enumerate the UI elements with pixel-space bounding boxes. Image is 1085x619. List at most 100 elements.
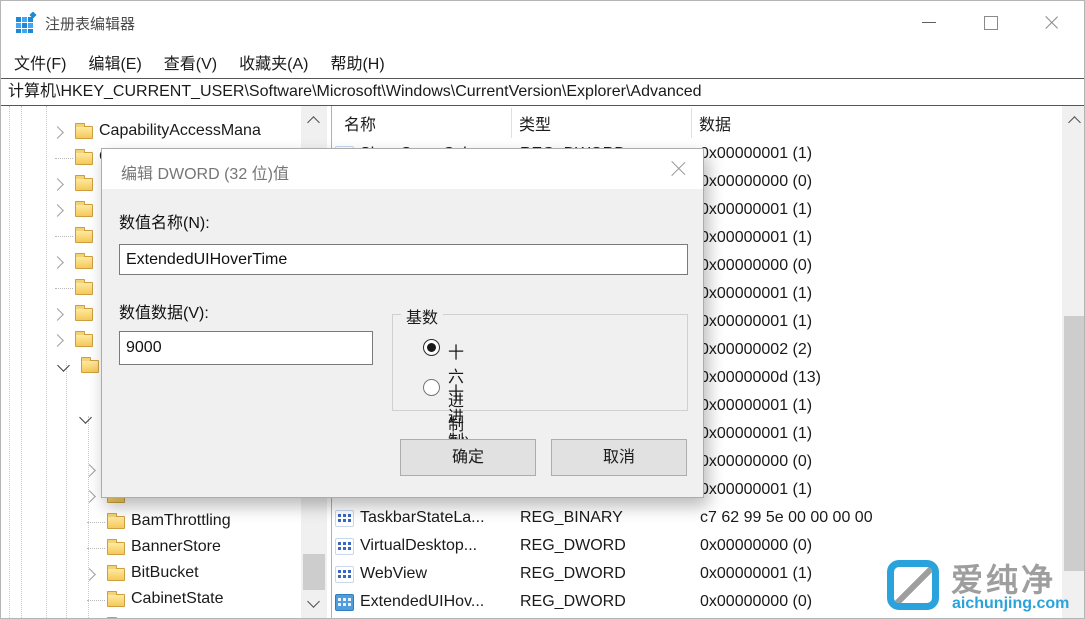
tree-item-label[interactable]: BamThrottling — [131, 512, 231, 530]
column-separator[interactable] — [691, 108, 692, 138]
chevron-right-icon[interactable] — [51, 334, 64, 347]
value-data: 0x00000001 (1) — [700, 397, 812, 415]
minimize-icon — [922, 22, 936, 23]
chevron-right-icon[interactable] — [51, 178, 64, 191]
menu-item[interactable]: 查看(V) — [153, 50, 228, 74]
address-bar[interactable]: 计算机\HKEY_CURRENT_USER\Software\Microsoft… — [1, 78, 1084, 106]
reg-value-icon — [335, 566, 354, 583]
tree-item-label[interactable]: CabinetState — [131, 590, 224, 608]
value-data: 0x00000001 (1) — [700, 145, 812, 163]
base-groupbox: 基数 十六进制(H) 十进制(D) — [392, 314, 688, 411]
value-data: 0x00000001 (1) — [700, 285, 812, 303]
scroll-up-icon[interactable] — [1068, 116, 1081, 129]
value-data-label: 数值数据(V): — [119, 299, 209, 323]
column-header-name[interactable]: 名称 — [344, 111, 376, 135]
folder-icon — [75, 256, 93, 269]
tree-connector — [55, 236, 73, 237]
regedit-app-icon — [15, 12, 37, 34]
menu-bar: 文件(F)编辑(E)查看(V)收藏夹(A)帮助(H) — [1, 45, 1084, 78]
folder-icon — [107, 568, 125, 581]
value-name[interactable]: TaskbarStateLa... — [360, 509, 485, 527]
radio-selected-icon[interactable] — [423, 339, 440, 356]
tree-item-cabinetstate[interactable]: CabinetState — [1, 587, 297, 613]
watermark: 爱纯净 aichunjing.com — [885, 557, 1085, 619]
folder-icon — [107, 594, 125, 607]
column-header-data[interactable]: 数据 — [699, 111, 731, 135]
chevron-right-icon[interactable] — [51, 256, 64, 269]
ok-button[interactable]: 确定 — [400, 439, 536, 476]
value-data-input[interactable] — [119, 331, 373, 365]
tree-scrollbar-thumb[interactable] — [303, 554, 325, 590]
chevron-right-icon[interactable] — [83, 568, 96, 581]
value-name-label: 数值名称(N): — [119, 209, 210, 233]
folder-icon — [75, 282, 93, 295]
value-name[interactable]: WebView — [360, 565, 427, 583]
list-scrollbar-thumb[interactable] — [1064, 316, 1084, 571]
value-data: 0x0000000d (13) — [700, 369, 821, 387]
maximize-button[interactable] — [960, 1, 1022, 45]
value-data: 0x00000000 (0) — [700, 537, 812, 555]
radio-unselected-icon[interactable] — [423, 379, 440, 396]
folder-icon — [81, 360, 99, 373]
scroll-up-icon[interactable] — [307, 116, 320, 129]
chevron-right-icon[interactable] — [51, 308, 64, 321]
reg-value-icon — [335, 510, 354, 527]
value-data: 0x00000000 (0) — [700, 453, 812, 471]
minimize-button[interactable] — [898, 1, 960, 45]
menu-item[interactable]: 帮助(H) — [319, 50, 395, 74]
edit-dword-dialog: 编辑 DWORD (32 位)值 数值名称(N): 数值数据(V): 基数 十六… — [101, 148, 704, 498]
dialog-title: 编辑 DWORD (32 位)值 — [121, 160, 289, 184]
menu-item[interactable]: 收藏夹(A) — [228, 50, 319, 74]
column-separator[interactable] — [511, 108, 512, 138]
tree-item-bannerstore[interactable]: BannerStore — [1, 535, 297, 561]
chevron-right-icon[interactable] — [83, 490, 96, 503]
folder-icon — [75, 152, 93, 165]
tree-item-label[interactable]: BitBucket — [131, 564, 199, 582]
tree-connector — [55, 288, 73, 289]
folder-icon — [75, 230, 93, 243]
chevron-right-icon[interactable] — [51, 126, 64, 139]
menu-item[interactable]: 文件(F) — [3, 50, 77, 74]
tree-connector — [87, 548, 105, 549]
chevron-down-icon[interactable] — [79, 411, 92, 424]
value-data: c7 62 99 5e 00 00 00 00 — [700, 509, 873, 527]
dialog-close-button[interactable] — [669, 158, 691, 180]
tree-connector — [87, 600, 105, 601]
close-button[interactable] — [1022, 1, 1084, 45]
reg-value-icon — [335, 538, 354, 555]
cancel-button[interactable]: 取消 — [551, 439, 687, 476]
tree-item-label[interactable]: BannerStore — [131, 538, 221, 556]
value-data: 0x00000001 (1) — [700, 313, 812, 331]
folder-icon — [75, 126, 93, 139]
tree-item-bitbucket[interactable]: BitBucket — [1, 561, 297, 587]
value-data: 0x00000000 (0) — [700, 173, 812, 191]
value-data: 0x00000000 (0) — [700, 257, 812, 275]
value-data: 0x00000000 (0) — [700, 593, 812, 611]
dialog-title-bar: 编辑 DWORD (32 位)值 — [102, 149, 703, 189]
scroll-down-icon[interactable] — [307, 595, 320, 608]
chevron-right-icon[interactable] — [51, 204, 64, 217]
tree-item-bamthrottling[interactable]: BamThrottling — [1, 509, 297, 535]
value-data: 0x00000001 (1) — [700, 425, 812, 443]
value-row[interactable]: TaskbarStateLa...REG_BINARYc7 62 99 5e 0… — [332, 505, 1062, 533]
value-type: REG_DWORD — [520, 537, 626, 555]
list-scrollbar[interactable] — [1062, 106, 1084, 618]
tree-connector — [55, 158, 73, 159]
menu-item[interactable]: 编辑(E) — [77, 50, 152, 74]
tree-item-label[interactable]: CIDOpen — [131, 616, 198, 618]
folder-icon — [75, 178, 93, 191]
chevron-down-icon[interactable] — [57, 359, 70, 372]
folder-icon — [107, 542, 125, 555]
tree-item-label[interactable]: CapabilityAccessMana — [99, 122, 261, 140]
value-name[interactable]: VirtualDesktop... — [360, 537, 477, 555]
tree-item-cidopen[interactable]: CIDOpen — [1, 613, 297, 618]
value-data: 0x00000001 (1) — [700, 481, 812, 499]
value-type: REG_DWORD — [520, 565, 626, 583]
reg-value-icon — [335, 594, 354, 611]
value-name[interactable]: ExtendedUIHov... — [360, 593, 484, 611]
title-bar: 注册表编辑器 — [1, 1, 1084, 45]
column-header-type[interactable]: 类型 — [519, 111, 551, 135]
chevron-right-icon[interactable] — [83, 464, 96, 477]
value-name-input[interactable] — [119, 244, 688, 275]
tree-item-capabilityaccessmana[interactable]: CapabilityAccessMana — [1, 119, 297, 145]
